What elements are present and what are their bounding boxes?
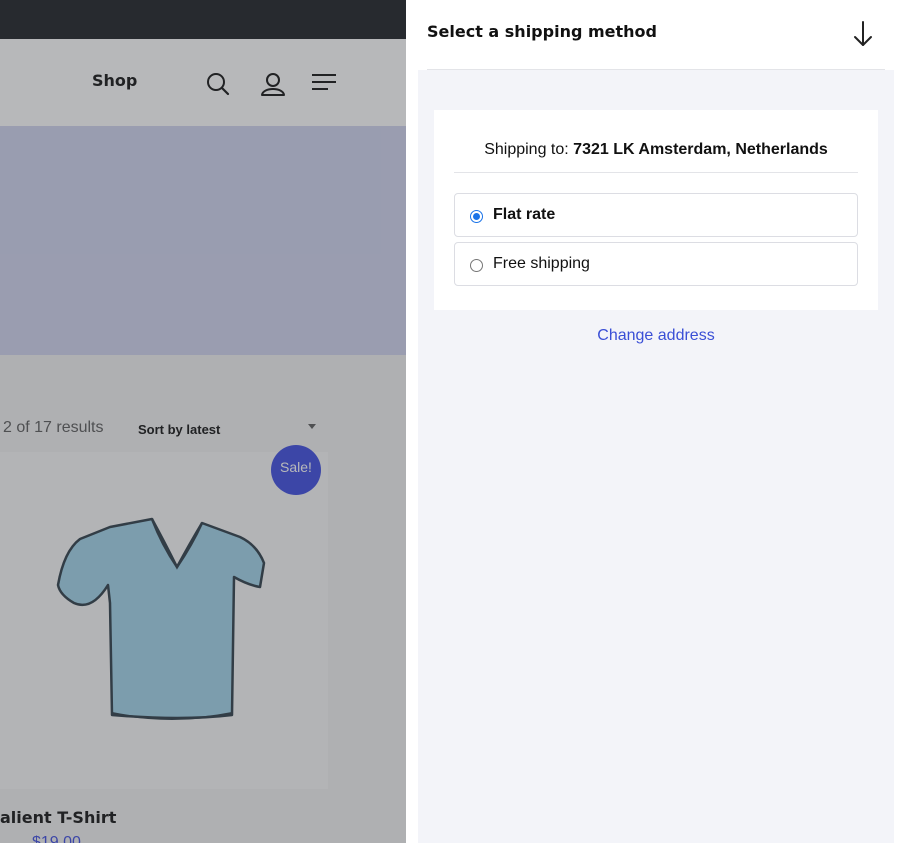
shipping-option-free-shipping[interactable]: Free shipping xyxy=(454,242,858,286)
shipping-options-card: Shipping to: 7321 LK Amsterdam, Netherla… xyxy=(434,110,878,310)
flat-rate-label: Flat rate xyxy=(493,206,556,223)
panel-body: Shipping to: 7321 LK Amsterdam, Netherla… xyxy=(418,70,894,843)
flat-rate-radio[interactable] xyxy=(470,210,483,223)
panel-title: Select a shipping method xyxy=(427,22,657,41)
free-shipping-label: Free shipping xyxy=(493,255,590,272)
change-address-link[interactable]: Change address xyxy=(418,327,894,345)
modal-overlay[interactable] xyxy=(0,0,406,843)
shipping-to-divider xyxy=(454,172,858,173)
shipping-to-label: Shipping to: xyxy=(484,141,569,158)
shop-page-background: Shop 2 of 17 results Sort by latest Sale… xyxy=(0,0,406,843)
arrow-down-icon[interactable] xyxy=(852,20,874,48)
free-shipping-radio[interactable] xyxy=(470,259,483,272)
shipping-to-address: 7321 LK Amsterdam, Netherlands xyxy=(573,141,828,158)
shipping-method-panel: Select a shipping method Shipping to: 73… xyxy=(406,0,905,843)
shipping-to-line: Shipping to: 7321 LK Amsterdam, Netherla… xyxy=(454,141,858,159)
shipping-option-flat-rate[interactable]: Flat rate xyxy=(454,193,858,237)
